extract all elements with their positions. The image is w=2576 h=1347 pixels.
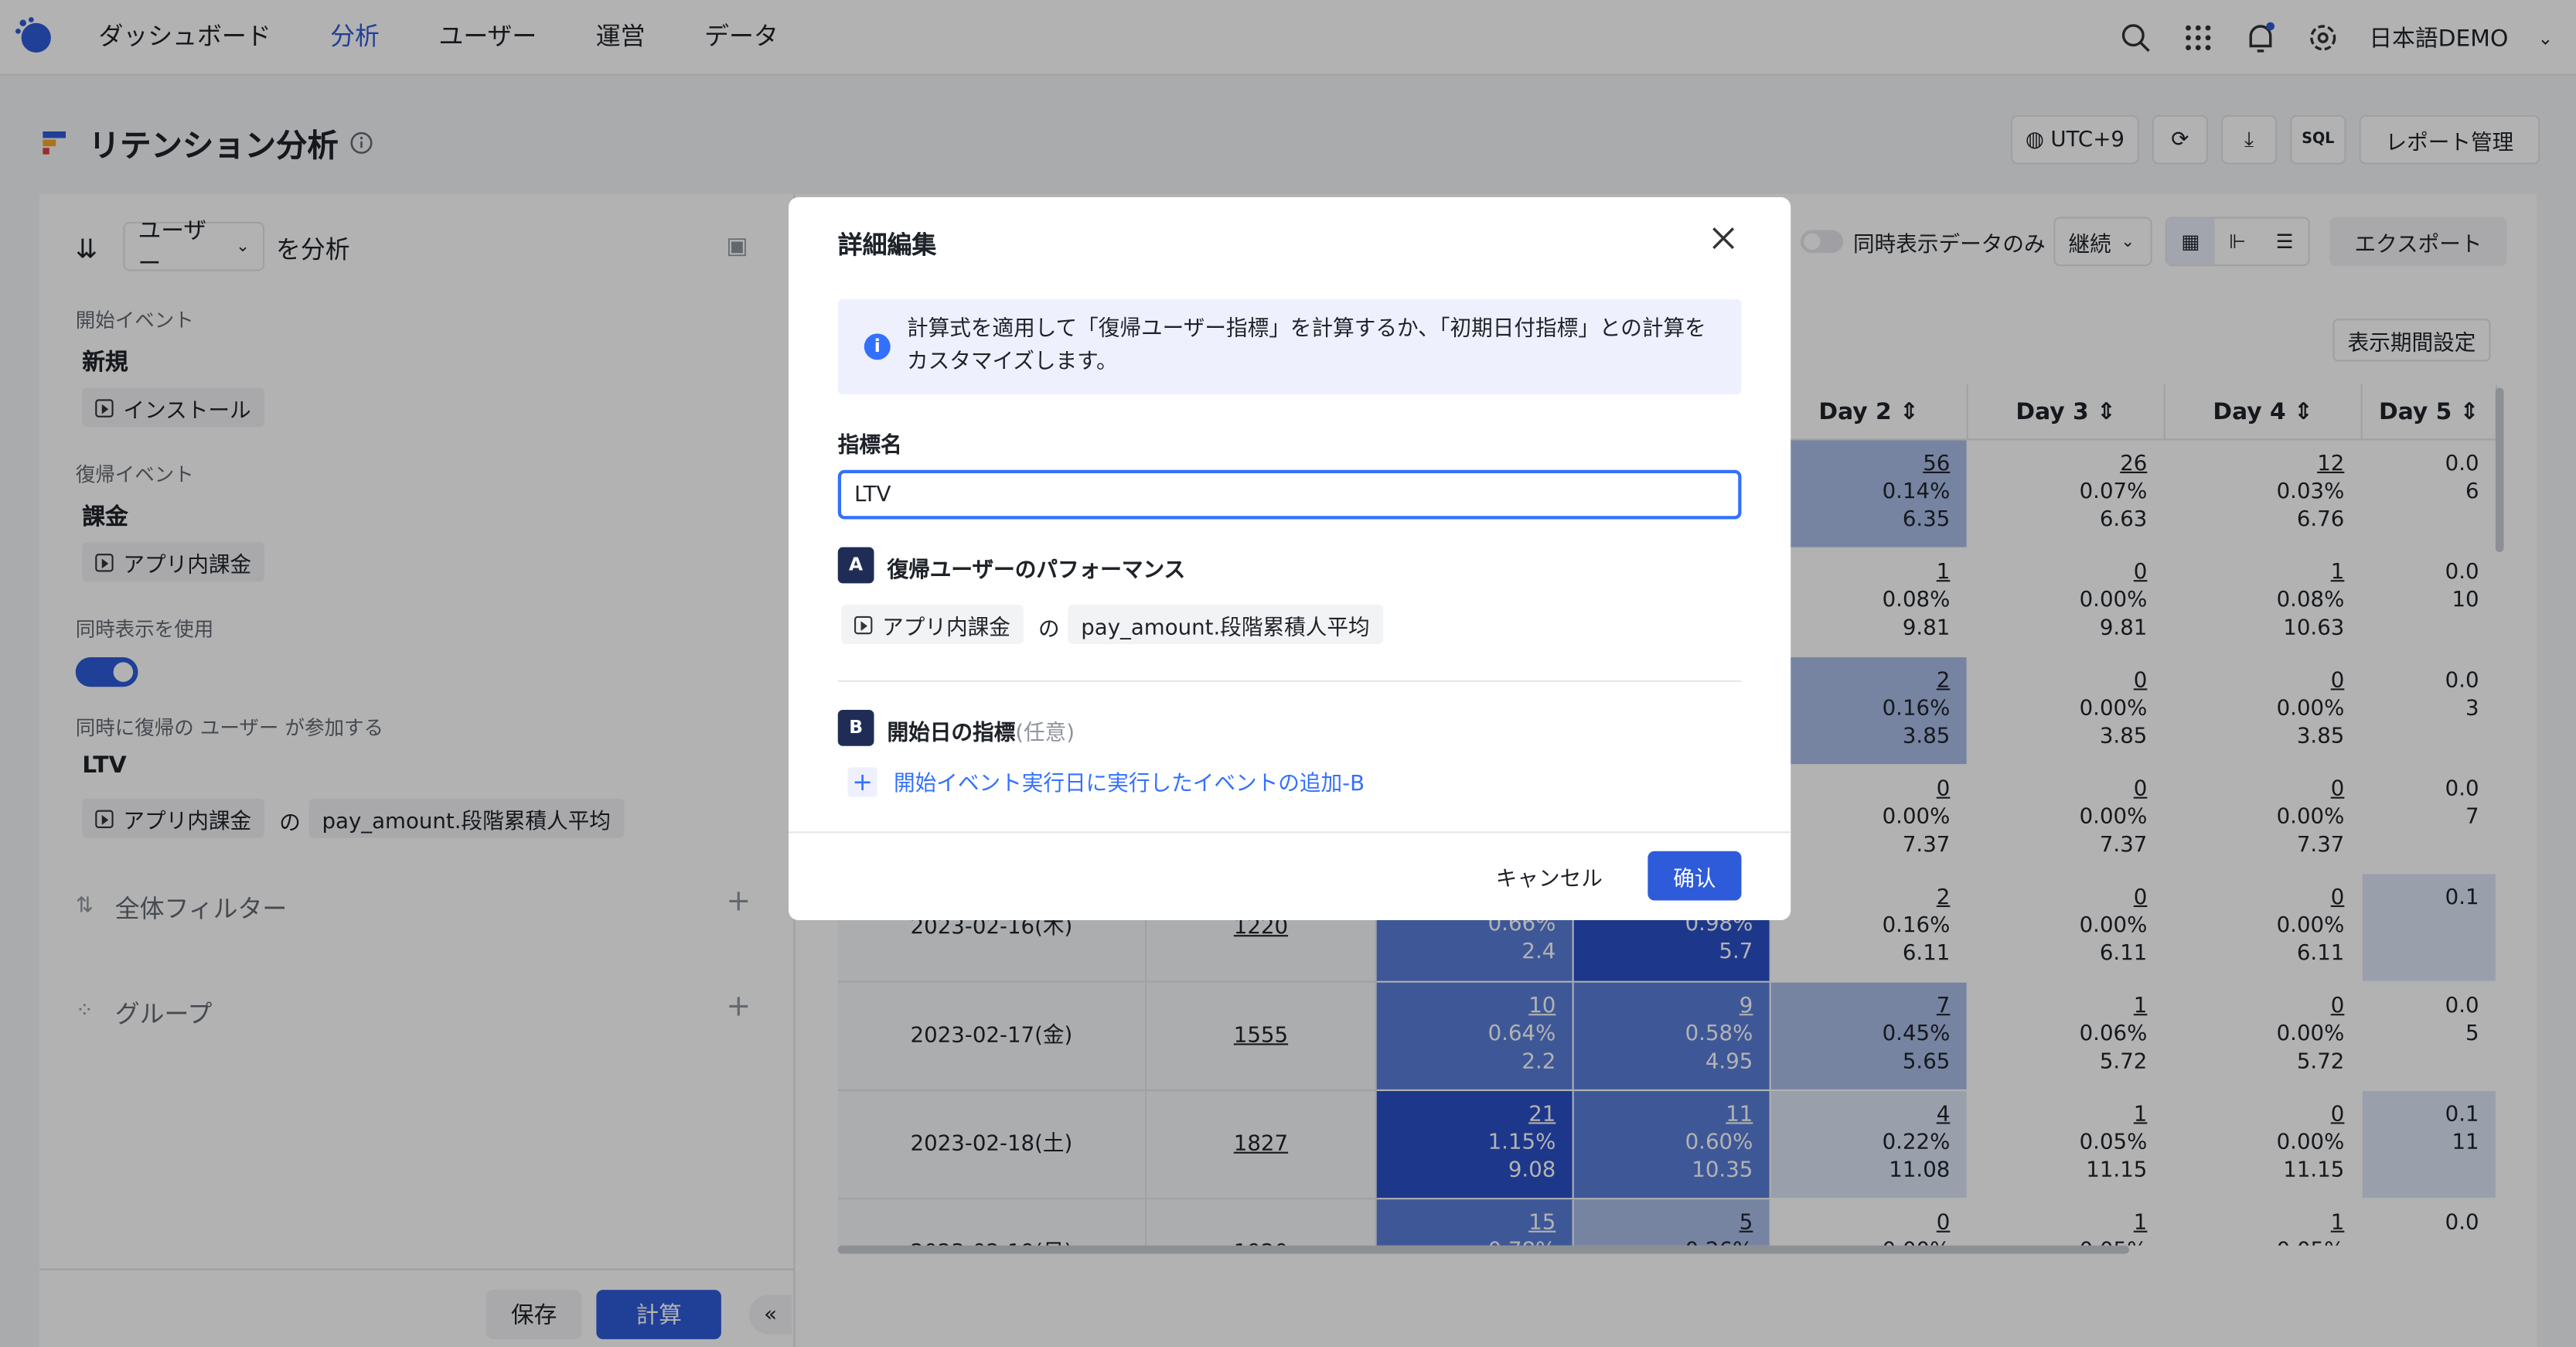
section-a-property-chip[interactable]: pay_amount.段階累積人平均 <box>1068 605 1383 644</box>
app-root: ダッシュボード 分析 ユーザー 運営 データ 日本語DEMO ⌄ リテンション分… <box>0 0 2576 1347</box>
section-b-badge: B <box>837 710 874 746</box>
modal-footer-divider <box>789 831 1791 834</box>
section-a-of-label: の <box>1038 618 1060 643</box>
detail-edit-modal: 詳細編集 i 計算式を適用して「復帰ユーザー指標」を計算するか、「初期日付指標」… <box>789 197 1791 920</box>
cancel-button[interactable]: キャンセル <box>1475 851 1624 901</box>
section-b-optional: (任意) <box>1015 721 1075 746</box>
add-event-b-label: 開始イベント実行日に実行したイベントの追加-B <box>894 772 1365 797</box>
metric-name-input[interactable] <box>837 469 1742 520</box>
section-a-event-chip[interactable]: アプリ内課金 <box>841 605 1024 644</box>
event-icon <box>854 615 873 634</box>
section-b-title: 開始日の指標(任意) <box>887 714 1075 746</box>
close-icon[interactable] <box>1709 223 1738 253</box>
section-a-property-label: pay_amount.段階累積人平均 <box>1081 615 1370 640</box>
metric-name-label: 指標名 <box>837 434 902 459</box>
info-circle-icon: i <box>864 333 891 360</box>
add-event-b-link[interactable]: + 開始イベント実行日に実行したイベントの追加-B <box>847 766 1365 797</box>
info-banner: i 計算式を適用して「復帰ユーザー指標」を計算するか、「初期日付指標」との計算を… <box>837 298 1742 394</box>
section-b-title-text: 開始日の指標 <box>887 721 1016 746</box>
modal-title: 詳細編集 <box>837 230 937 260</box>
section-divider <box>837 680 1742 682</box>
confirm-button[interactable]: 确认 <box>1647 851 1742 901</box>
plus-icon: + <box>847 766 877 796</box>
section-a-event-label: アプリ内課金 <box>882 615 1010 640</box>
section-a-badge: A <box>837 547 874 584</box>
info-text: 計算式を適用して「復帰ユーザー指標」を計算するか、「初期日付指標」との計算をカス… <box>907 317 1706 375</box>
section-a-title: 復帰ユーザーのパフォーマンス <box>887 558 1186 584</box>
